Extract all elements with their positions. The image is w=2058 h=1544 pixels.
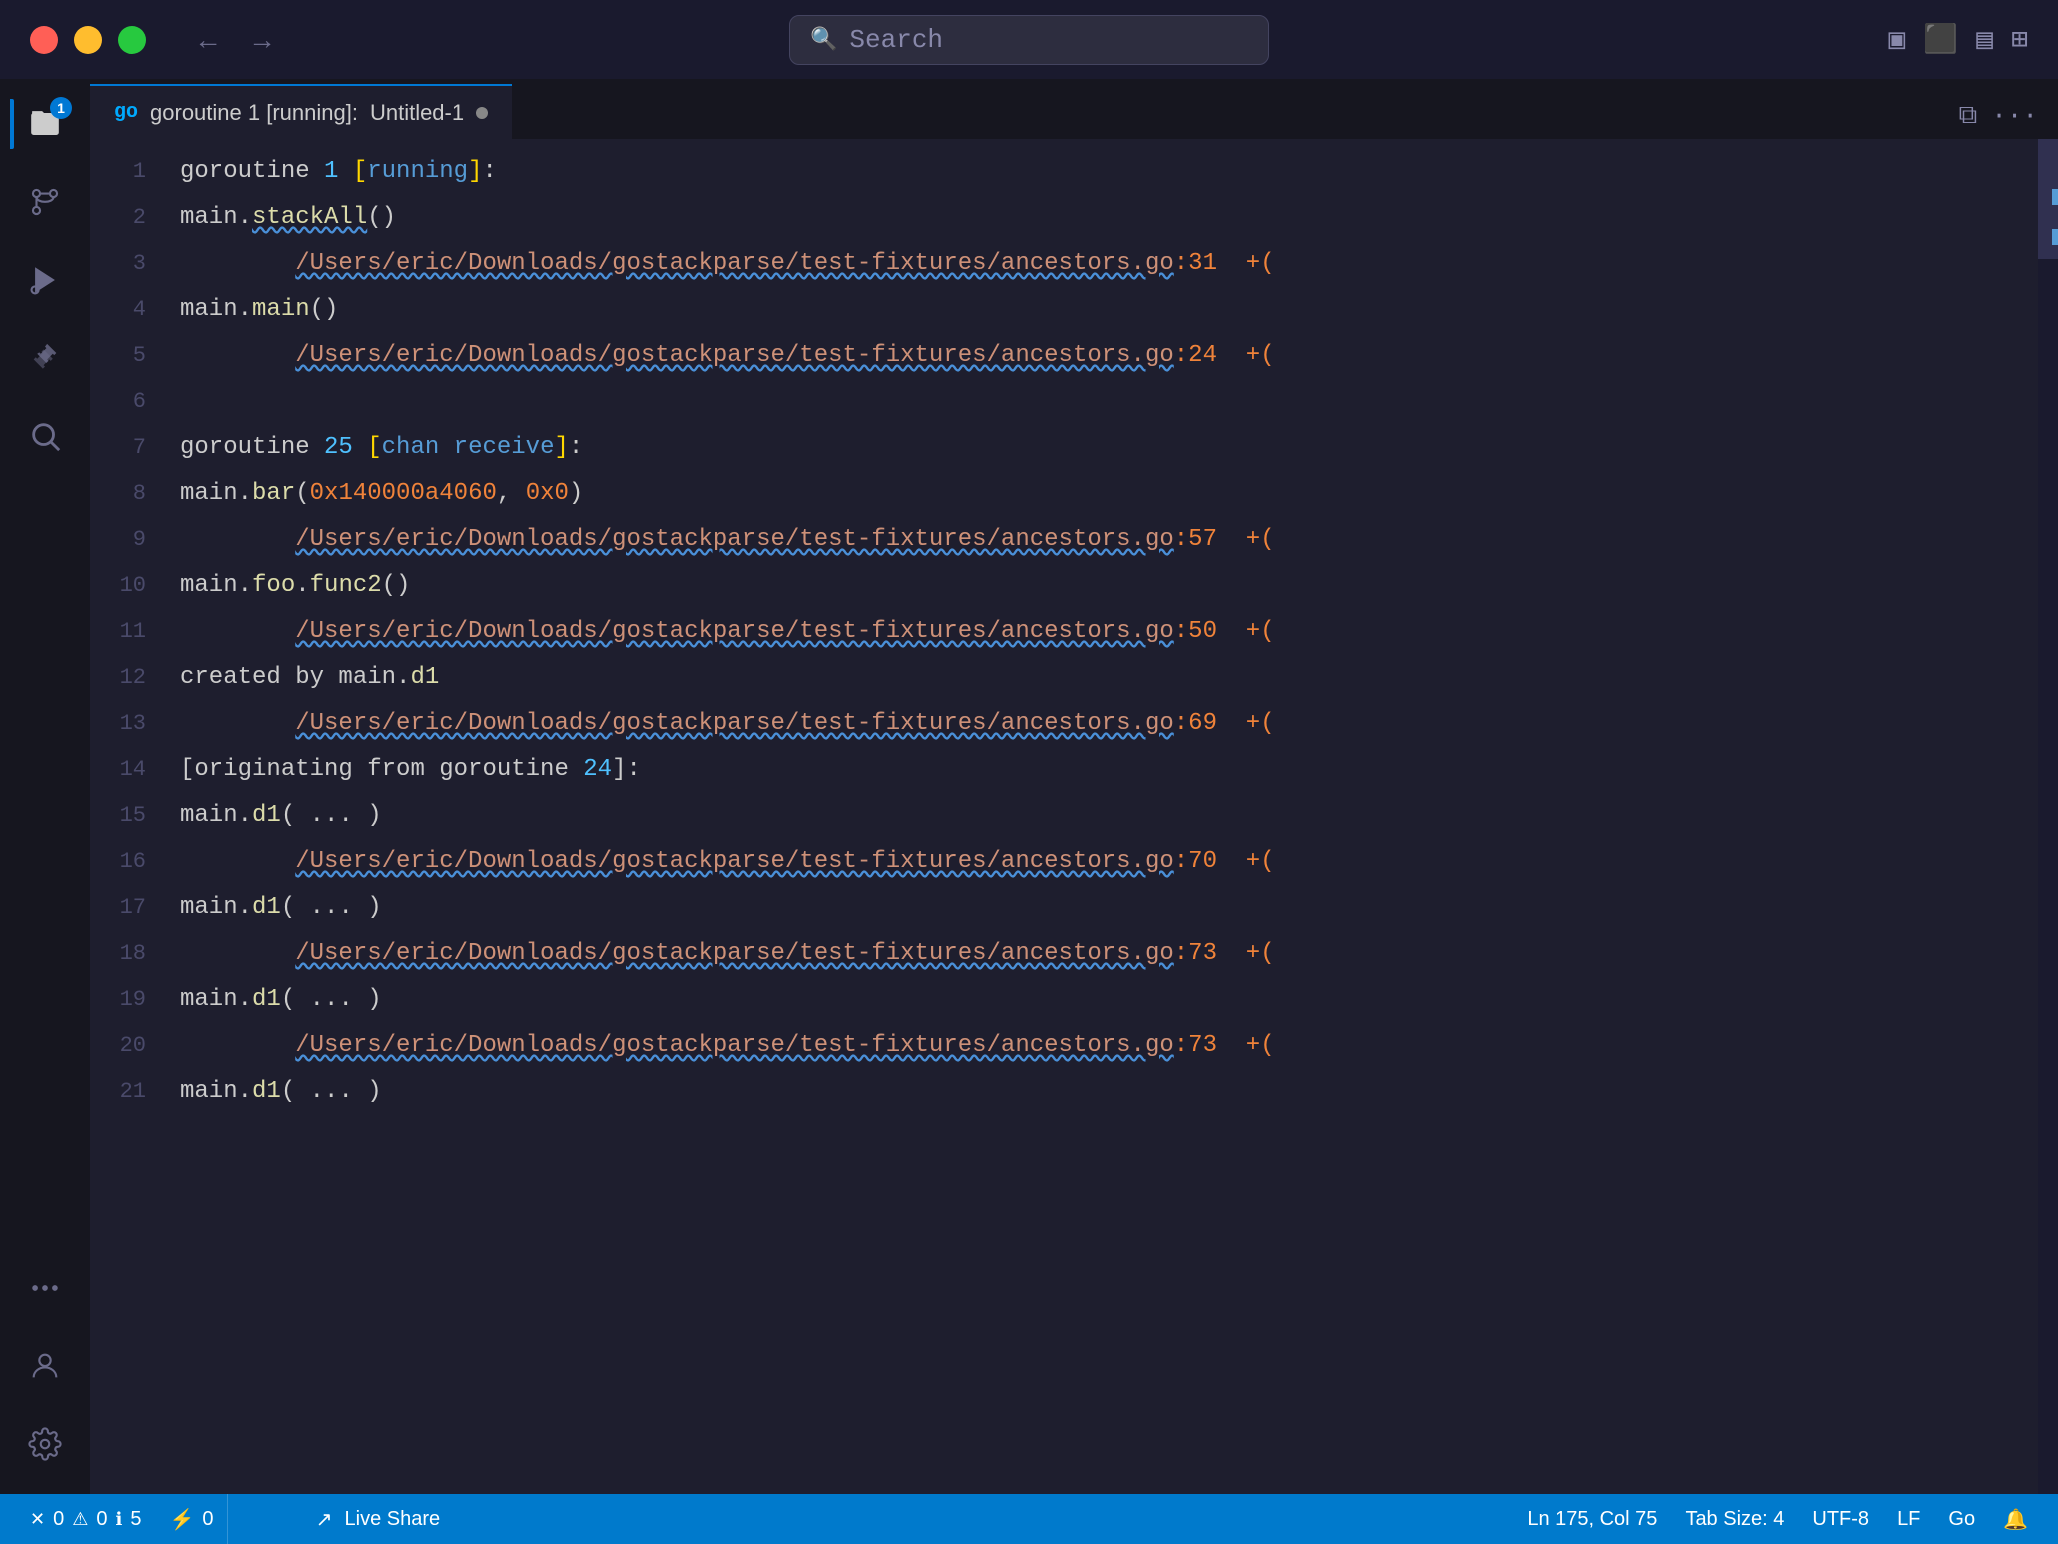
warning-icon: ⚠ — [72, 1509, 88, 1530]
code-line: 2 main.stackAll() — [90, 195, 2038, 241]
status-live-share[interactable]: ↗ Live Share — [227, 1494, 527, 1544]
code-editor[interactable]: 1 goroutine 1 [running]: 2 main.stackAll… — [90, 139, 2038, 1494]
minimap[interactable] — [2038, 139, 2058, 1494]
maximize-button[interactable] — [118, 26, 146, 54]
tab-bar: go goroutine 1 [running]: Untitled-1 ⧉ ·… — [90, 79, 2058, 139]
port-icon: ⚡ — [169, 1507, 194, 1532]
live-share-icon: ↗ — [316, 1507, 333, 1532]
editor-area: go goroutine 1 [running]: Untitled-1 ⧉ ·… — [90, 79, 2058, 1494]
nav-buttons: ← → — [186, 20, 284, 60]
code-line: 10 main.foo.func2() — [90, 563, 2038, 609]
traffic-lights — [30, 26, 146, 54]
search-placeholder: Search — [849, 25, 943, 55]
status-right: Ln 175, Col 75 Tab Size: 4 UTF-8 LF Go 🔔 — [1513, 1507, 2042, 1532]
status-port[interactable]: ⚡ 0 — [155, 1494, 227, 1544]
layout-icons: ▣ ⬛ ▤ ⊞ — [1889, 22, 2028, 57]
code-line: 13 /Users/eric/Downloads/gostackparse/te… — [90, 701, 2038, 747]
sidebar-toggle-icon[interactable]: ▤ — [1976, 22, 1993, 57]
search-activity-icon — [28, 419, 62, 453]
code-line: 9 /Users/eric/Downloads/gostackparse/tes… — [90, 517, 2038, 563]
activity-bar-bottom — [10, 1253, 80, 1494]
code-line: 11 /Users/eric/Downloads/gostackparse/te… — [90, 609, 2038, 655]
error-icon: ✕ — [30, 1509, 45, 1530]
search-icon: 🔍 — [810, 27, 837, 53]
split-editor-icon[interactable]: ⧉ — [1959, 101, 1978, 131]
code-container: 1 goroutine 1 [running]: 2 main.stackAll… — [90, 139, 2058, 1494]
language-label: Go — [1948, 1508, 1975, 1531]
activity-source-control[interactable] — [10, 167, 80, 237]
search-bar[interactable]: 🔍 Search — [789, 15, 1269, 65]
code-line: 19 main.d1( ... ) — [90, 977, 2038, 1023]
more-actions-icon[interactable]: ··· — [1991, 101, 2038, 131]
code-line: 21 main.d1( ... ) — [90, 1069, 2038, 1115]
code-line: 16 /Users/eric/Downloads/gostackparse/te… — [90, 839, 2038, 885]
ellipsis-icon — [28, 1271, 62, 1305]
code-line: 3 /Users/eric/Downloads/gostackparse/tes… — [90, 241, 2038, 287]
main-body: 1 — [0, 79, 2058, 1494]
status-notifications[interactable]: 🔔 — [1989, 1507, 2042, 1532]
minimize-button[interactable] — [74, 26, 102, 54]
code-line: 18 /Users/eric/Downloads/gostackparse/te… — [90, 931, 2038, 977]
debug-icon — [28, 263, 62, 297]
status-encoding[interactable]: UTF-8 — [1798, 1508, 1883, 1531]
code-line: 5 /Users/eric/Downloads/gostackparse/tes… — [90, 333, 2038, 379]
notification-badge: 1 — [50, 97, 72, 119]
code-line: 6 — [90, 379, 2038, 425]
code-line: 20 /Users/eric/Downloads/gostackparse/te… — [90, 1023, 2038, 1069]
tab-size-label: Tab Size: 4 — [1685, 1508, 1784, 1531]
minimap-accent-2 — [2052, 229, 2058, 245]
titlebar: ← → 🔍 Search ▣ ⬛ ▤ ⊞ — [0, 0, 2058, 79]
status-errors[interactable]: ✕ 0 ⚠ 0 ℹ 5 — [16, 1494, 155, 1544]
cursor-position: Ln 175, Col 75 — [1527, 1508, 1657, 1531]
tab-goroutine-label: goroutine 1 [running]: — [150, 100, 358, 126]
code-line: 7 goroutine 25 [chan receive]: — [90, 425, 2038, 471]
tab-bar-actions: ⧉ ··· — [1959, 101, 2058, 139]
activity-bar: 1 — [0, 79, 90, 1494]
panel-layout-icon[interactable]: ▣ — [1889, 22, 1906, 57]
activity-extensions[interactable] — [10, 323, 80, 393]
live-share-label: Live Share — [345, 1508, 441, 1531]
port-value: 0 — [202, 1508, 213, 1531]
extensions-icon — [28, 341, 62, 375]
info-count: 5 — [130, 1508, 141, 1531]
editor-tab-active[interactable]: go goroutine 1 [running]: Untitled-1 — [90, 84, 512, 139]
info-icon: ℹ — [115, 1509, 122, 1530]
account-icon — [28, 1349, 62, 1383]
status-language[interactable]: Go — [1934, 1508, 1989, 1531]
activity-search[interactable] — [10, 401, 80, 471]
code-line: 12 created by main.d1 — [90, 655, 2038, 701]
code-line: 17 main.d1( ... ) — [90, 885, 2038, 931]
minimap-accent-1 — [2052, 189, 2058, 205]
source-control-icon — [28, 185, 62, 219]
status-bar: ✕ 0 ⚠ 0 ℹ 5 ⚡ 0 ↗ Live Share Ln 175, Col… — [0, 1494, 2058, 1544]
bell-icon: 🔔 — [2003, 1507, 2028, 1532]
status-tab-size[interactable]: Tab Size: 4 — [1671, 1508, 1798, 1531]
code-line: 4 main.main() — [90, 287, 2038, 333]
code-line: 1 goroutine 1 [running]: — [90, 149, 2038, 195]
line-ending-label: LF — [1897, 1508, 1920, 1531]
activity-explorer[interactable]: 1 — [10, 89, 80, 159]
layout-customize-icon[interactable]: ⊞ — [2011, 22, 2028, 57]
status-line-ending[interactable]: LF — [1883, 1508, 1934, 1531]
activity-run-debug[interactable] — [10, 245, 80, 315]
activity-account[interactable] — [10, 1331, 80, 1401]
close-button[interactable] — [30, 26, 58, 54]
go-file-icon: go — [114, 101, 138, 124]
error-count: 0 — [53, 1508, 64, 1531]
settings-icon — [28, 1427, 62, 1461]
code-line: 15 main.d1( ... ) — [90, 793, 2038, 839]
back-button[interactable]: ← — [186, 20, 230, 60]
tab-unsaved-indicator — [476, 107, 488, 119]
tab-filename: Untitled-1 — [370, 100, 464, 126]
forward-button[interactable]: → — [240, 20, 284, 60]
code-line: 14 [originating from goroutine 24]: — [90, 747, 2038, 793]
code-line: 8 main.bar(0x140000a4060, 0x0) — [90, 471, 2038, 517]
panel-bottom-icon[interactable]: ⬛ — [1923, 22, 1958, 57]
activity-settings[interactable] — [10, 1409, 80, 1479]
status-cursor[interactable]: Ln 175, Col 75 — [1513, 1508, 1671, 1531]
encoding-label: UTF-8 — [1812, 1508, 1869, 1531]
warning-count: 0 — [96, 1508, 107, 1531]
activity-more[interactable] — [10, 1253, 80, 1323]
